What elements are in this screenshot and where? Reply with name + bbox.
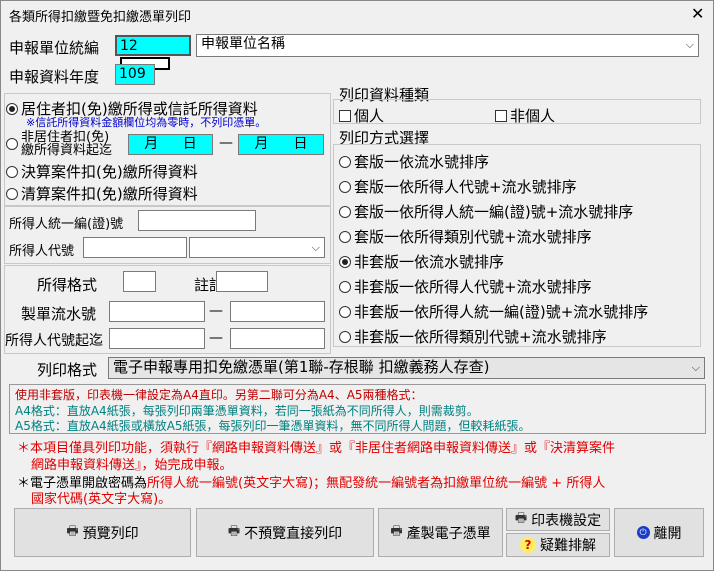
- serial-label: 製單流水號: [21, 305, 97, 323]
- checkbox-box: [495, 109, 507, 122]
- button-label: 離開: [653, 525, 682, 542]
- format-input[interactable]: [123, 271, 156, 292]
- radio-dot: [339, 230, 351, 243]
- payee-code-label: 所得人代號: [9, 244, 75, 259]
- unit-id-input[interactable]: 12: [115, 35, 191, 70]
- radio-dot: [6, 187, 18, 200]
- radio-label: 非套版一依所得類別代號+流水號排序: [354, 328, 607, 346]
- preview-print-button[interactable]: 🖶 預覽列印: [14, 508, 191, 557]
- checkbox-personal[interactable]: 個人: [339, 105, 384, 126]
- print-method-option[interactable]: 套版一依所得類別代號+流水號排序: [339, 226, 592, 247]
- payee-code-input[interactable]: [83, 237, 187, 258]
- radio-dot: [339, 330, 351, 343]
- radio-label: 套版一依所得人統一編(證)號+流水號排序: [354, 203, 634, 221]
- start-date-input[interactable]: 月日: [128, 134, 213, 155]
- serial-start-input[interactable]: [109, 301, 205, 322]
- unit-id-label: 申報單位統編: [9, 39, 100, 57]
- print-method-option[interactable]: 非套版一依所得類別代號+流水號排序: [339, 326, 607, 347]
- radio-non-resident[interactable]: 非居住者扣(免) 繳所得資料起迄: [6, 131, 112, 157]
- window-title: 各類所得扣繳暨免扣繳憑單列印: [9, 10, 192, 25]
- serial-end-input[interactable]: [230, 301, 325, 322]
- radio-label: 套版一依所得人代號+流水號排序: [354, 178, 577, 196]
- button-label: 疑難排解: [540, 538, 596, 554]
- radio-dot: [339, 280, 351, 293]
- note-2-line-2: 國家代碼(英文字大寫)。: [31, 492, 172, 507]
- question-icon: ?: [520, 537, 536, 553]
- troubleshoot-button[interactable]: ? 疑難排解: [506, 533, 610, 557]
- radio-label: 非套版一依所得人代號+流水號排序: [354, 278, 592, 296]
- serial-dash: —: [209, 303, 223, 319]
- printer-settings-button[interactable]: 🖶 印表機設定: [506, 508, 610, 531]
- trust-note: ※信託所得資料金額欄位均為零時，不列印憑單。: [26, 116, 267, 129]
- end-date-input[interactable]: 月日: [238, 134, 324, 155]
- format-label: 所得格式: [37, 276, 98, 294]
- printer-icon: 🖶: [390, 523, 403, 539]
- button-label: 產製電子憑單: [406, 525, 491, 542]
- year-label: 申報資料年度: [9, 68, 100, 86]
- note-1-line-2: 網路申報資料傳送』，始完成申報。: [31, 458, 233, 473]
- code-range-label: 所得人代號起迄: [5, 333, 103, 349]
- printer-icon: 🖶: [514, 510, 528, 526]
- export-e-certificate-button[interactable]: 🖶 產製電子憑單: [378, 508, 503, 557]
- payee-code-select[interactable]: ⌵: [189, 237, 325, 258]
- code-start-input[interactable]: [109, 328, 205, 349]
- radio-liquidation[interactable]: 清算案件扣(免)繳所得資料: [6, 183, 198, 204]
- close-button[interactable]: ✕: [691, 4, 704, 23]
- direct-print-button[interactable]: 🖶 不預覽直接列印: [196, 508, 374, 557]
- radio-label: 決算案件扣(免)繳所得資料: [21, 163, 198, 181]
- payee-id-input[interactable]: [138, 210, 256, 231]
- info-line-1: 使用非套版，印表機一律設定為A4直印。另第二聯可分為A4、A5兩種格式：: [15, 388, 423, 402]
- button-label: 預覽列印: [82, 525, 139, 542]
- date-dash: —: [219, 135, 233, 151]
- radio-dot: [339, 305, 351, 318]
- print-method-option[interactable]: 套版一依流水號排序: [339, 151, 489, 172]
- checkbox-label: 個人: [354, 107, 385, 125]
- printer-icon: 🖶: [66, 523, 79, 539]
- radio-label: 非居住者扣(免) 繳所得資料起迄: [21, 130, 113, 158]
- radio-dot: [339, 205, 351, 218]
- print-format-value: 電子申報專用扣免繳憑單(第1聯-存根聯 扣繳義務人存查): [113, 358, 490, 376]
- button-label: 印表機設定: [531, 512, 602, 529]
- radio-label: 清算案件扣(免)繳所得資料: [21, 185, 198, 203]
- print-method-option[interactable]: 套版一依所得人代號+流水號排序: [339, 176, 577, 197]
- print-method-option[interactable]: 非套版一依所得人代號+流水號排序: [339, 276, 592, 297]
- code-end-input[interactable]: [230, 328, 325, 349]
- chevron-down-icon: ⌵: [311, 241, 320, 254]
- info-line-3: A5格式：直放A4紙張或橫放A5紙張，每張列印一筆憑單資料，無不同所得人問題，但…: [15, 419, 531, 433]
- print-format-select[interactable]: 電子申報專用扣免繳憑單(第1聯-存根聯 扣繳義務人存查) ⌵: [108, 357, 705, 379]
- checkbox-non-personal[interactable]: 非個人: [495, 105, 555, 126]
- exit-button[interactable]: ⏻ 離開: [614, 508, 704, 557]
- radio-label: 非套版一依所得人統一編(證)號+流水號排序: [354, 303, 649, 321]
- chevron-down-icon: ⌵: [685, 38, 694, 51]
- unit-id-value: 12: [120, 38, 138, 54]
- radio-final-settlement[interactable]: 決算案件扣(免)繳所得資料: [6, 161, 198, 182]
- code-dash: —: [209, 330, 223, 346]
- unit-name-text: 申報單位名稱: [201, 36, 285, 52]
- chevron-down-icon: ⌵: [691, 361, 700, 374]
- printer-icon: 🖶: [227, 523, 241, 539]
- radio-dot: [339, 255, 351, 268]
- checkbox-label: 非個人: [510, 107, 556, 125]
- radio-dot: [339, 180, 351, 193]
- remark-input[interactable]: [216, 271, 268, 292]
- radio-label: 非套版一依流水號排序: [354, 253, 505, 271]
- unit-name-select[interactable]: 申報單位名稱 ⌵: [196, 34, 699, 57]
- radio-dot: [339, 155, 351, 168]
- radio-dot: [6, 165, 18, 178]
- print-method-option[interactable]: 非套版一依流水號排序: [339, 251, 504, 272]
- radio-dot: [6, 138, 18, 150]
- print-method-option[interactable]: 非套版一依所得人統一編(證)號+流水號排序: [339, 301, 648, 322]
- radio-dot: [6, 102, 18, 115]
- checkbox-box: [339, 109, 351, 122]
- print-method-option[interactable]: 套版一依所得人統一編(證)號+流水號排序: [339, 201, 633, 222]
- radio-label: 套版一依流水號排序: [354, 153, 490, 171]
- print-format-label: 列印格式: [37, 361, 98, 379]
- year-input[interactable]: 109: [115, 64, 155, 85]
- power-icon: ⏻: [636, 526, 650, 539]
- button-label: 不預覽直接列印: [244, 525, 343, 542]
- payee-id-label: 所得人統一編(證)號: [9, 217, 124, 232]
- radio-label: 套版一依所得類別代號+流水號排序: [354, 228, 592, 246]
